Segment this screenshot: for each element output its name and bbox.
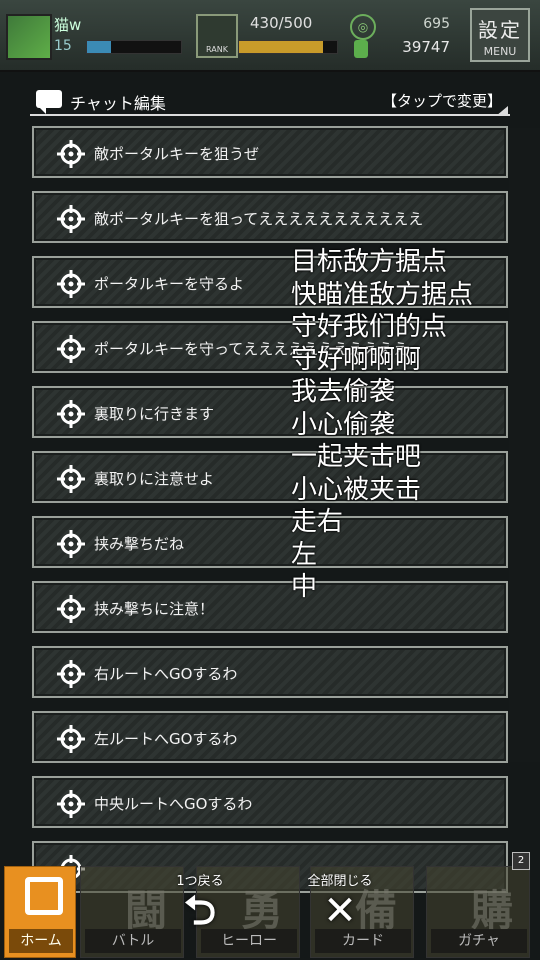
nav-tab-label: ホーム (9, 929, 73, 953)
stamina-bar-fill (239, 41, 324, 53)
crosshair-icon (57, 725, 85, 753)
back-label: 1つ戻る (176, 874, 224, 889)
bottom-nav: 購ガチャ備カード勇ヒーロー闘バトル ホーム 2 1つ戻る ⮌ 全部閉じる ✕ (0, 852, 540, 960)
close-all-button[interactable]: 全部閉じる ✕ (300, 870, 380, 933)
nav-tab-label: ガチャ (431, 929, 527, 953)
crosshair-icon (57, 335, 85, 363)
tap-to-change-hint: 【タップで変更】 (381, 92, 502, 110)
chat-phrase-label: 中央ルートへGOするわ (94, 795, 253, 813)
coin-icon (354, 40, 368, 58)
chat-phrase-label: 左ルートへGOするわ (94, 730, 238, 748)
annotation-text: 左 (291, 539, 318, 570)
chat-phrase-item[interactable]: 敵ポータルキーを狙うぜ (32, 126, 508, 178)
notification-badge: 2 (512, 852, 530, 870)
crosshair-icon (57, 790, 85, 818)
chat-bubble-icon (36, 90, 62, 114)
panel-title: チャット編集 (70, 94, 166, 113)
rank-label: RANK (206, 45, 228, 54)
crosshair-icon (57, 530, 85, 558)
chat-phrase-item[interactable]: 左ルートへGOするわ (32, 711, 508, 763)
player-name: 猫w (54, 16, 82, 34)
header-divider (30, 114, 510, 116)
player-avatar[interactable] (6, 14, 52, 60)
crosshair-icon (57, 660, 85, 688)
annotation-text: 守好我们的点 (291, 312, 448, 342)
chat-phrase-label: 右ルートへGOするわ (94, 665, 238, 683)
gem-count: 695 (423, 16, 450, 32)
annotation-text: 小心偷袭 (291, 409, 396, 440)
menu-kanji: 設定 (478, 18, 522, 42)
menu-button[interactable]: 設定 MENU (470, 8, 530, 62)
chat-phrase-label: 挟み撃ちだね (94, 535, 185, 553)
nav-tab-label: バトル (85, 929, 181, 953)
close-icon: ✕ (323, 888, 357, 934)
menu-label: MENU (483, 45, 517, 58)
chat-phrase-item[interactable]: 右ルートへGOするわ (32, 646, 508, 698)
crosshair-icon (57, 400, 85, 428)
coin-count: 39747 (402, 38, 450, 56)
crosshair-icon (57, 465, 85, 493)
back-button[interactable]: 1つ戻る ⮌ (170, 870, 230, 933)
annotation-text: 我去偷袭 (291, 377, 396, 407)
translation-annotations: 目标敌方据点 快瞄准敌方据点 守好我们的点 守好啊啊啊 我去偷袭 小心偷袭 一起夹击吧 小心被… (291, 246, 473, 604)
chat-phrase-label: 裏取りに注意せよ (94, 470, 215, 488)
chat-phrase-item[interactable]: 中央ルートへGOするわ (32, 776, 508, 828)
exp-bar-fill (87, 41, 111, 53)
chat-phrase-label: 敵ポータルキーを狙うぜ (94, 145, 260, 163)
chat-phrase-label: 裏取りに行きます (94, 405, 215, 423)
close-all-label: 全部閉じる (307, 874, 373, 889)
crosshair-icon (57, 595, 85, 623)
nav-tab-4[interactable]: 購ガチャ (426, 866, 530, 958)
crosshair-icon (57, 270, 85, 298)
annotation-text: 走右 (291, 507, 344, 537)
annotation-text: 中 (291, 572, 318, 602)
crosshair-icon (57, 205, 85, 233)
annotation-text: 一起夹击吧 (291, 442, 422, 472)
stamina-bar (238, 40, 338, 54)
chat-phrase-item[interactable]: 敵ポータルキーを狙ってえええええええええええ (32, 191, 508, 243)
chat-phrase-label: 挟み撃ちに注意！ (94, 600, 215, 618)
annotation-text: 快瞄准敌方据点 (291, 279, 474, 310)
home-icon (25, 877, 63, 915)
stamina-text: 430/500 (250, 14, 313, 32)
header-corner (496, 106, 508, 116)
crosshair-icon (57, 140, 85, 168)
rank-badge: RANK (196, 14, 238, 58)
annotation-text: 守好啊啊啊 (291, 344, 422, 375)
chat-phrase-label: 敵ポータルキーを狙ってえええええええええええ (94, 210, 424, 228)
panel-header: チャット編集 【タップで変更】 (30, 88, 510, 116)
player-level: 15 (54, 38, 72, 54)
exp-bar (86, 40, 182, 54)
annotation-text: 小心被夹击 (291, 474, 422, 505)
chat-phrase-label: ポータルキーを守るよ (94, 275, 245, 293)
back-arrow-icon: ⮌ (183, 888, 217, 934)
gem-icon: ◎ (350, 14, 376, 40)
annotation-text: 目标敌方据点 (291, 247, 448, 277)
status-bar: 猫w 15 RANK 430/500 ◎ 695 39747 設定 MENU (0, 0, 540, 72)
nav-tab-1[interactable]: 闘バトル (80, 866, 184, 958)
nav-tab-0[interactable]: ホーム (4, 866, 76, 958)
